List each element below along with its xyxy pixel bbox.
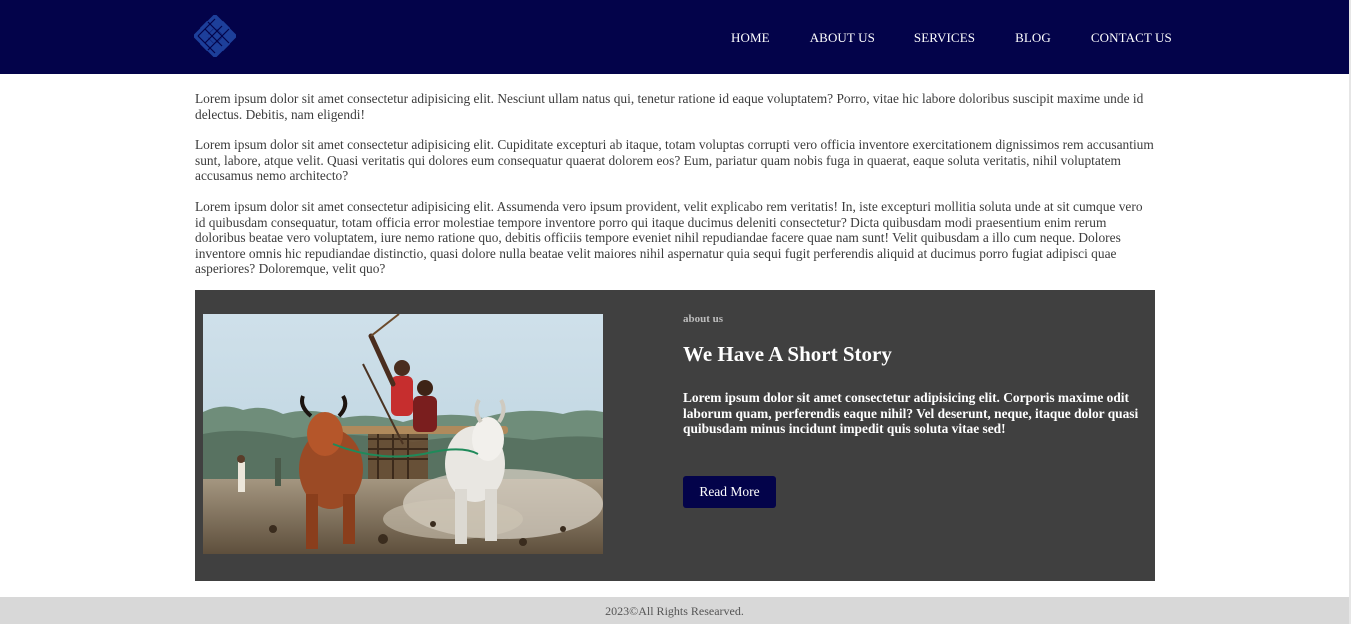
- about-text: Lorem ipsum dolor sit amet consectetur a…: [683, 390, 1139, 437]
- bull-race-photo: [203, 314, 603, 554]
- intro-paragraph: Lorem ipsum dolor sit amet consectetur a…: [195, 91, 1144, 122]
- read-more-button[interactable]: Read More: [683, 476, 776, 508]
- nav-blog[interactable]: BLOG: [1015, 29, 1051, 46]
- nav-services[interactable]: SERVICES: [914, 29, 975, 46]
- page: HOME ABOUT US SERVICES BLOG CONTACT US L…: [0, 0, 1351, 624]
- site-header: HOME ABOUT US SERVICES BLOG CONTACT US: [0, 0, 1349, 74]
- copyright-text: 2023©All Rights Researved.: [605, 604, 744, 618]
- nav-contact-us[interactable]: CONTACT US: [1091, 29, 1172, 46]
- nav-home[interactable]: HOME: [731, 29, 770, 46]
- about-title: We Have A Short Story: [683, 342, 892, 366]
- site-footer: 2023©All Rights Researved.: [0, 597, 1349, 624]
- about-kicker: about us: [683, 313, 724, 325]
- logo-icon[interactable]: [192, 13, 238, 59]
- intro-paragraph: Lorem ipsum dolor sit amet consectetur a…: [195, 137, 1154, 184]
- nav-about-us[interactable]: ABOUT US: [810, 29, 875, 46]
- main-nav: HOME ABOUT US SERVICES BLOG CONTACT US: [731, 29, 1172, 46]
- intro-paragraph: Lorem ipsum dolor sit amet consectetur a…: [195, 198, 1143, 277]
- about-section: about us We Have A Short Story Lorem ips…: [195, 290, 1155, 581]
- intro-section: Lorem ipsum dolor sit amet consectetur a…: [195, 91, 1155, 292]
